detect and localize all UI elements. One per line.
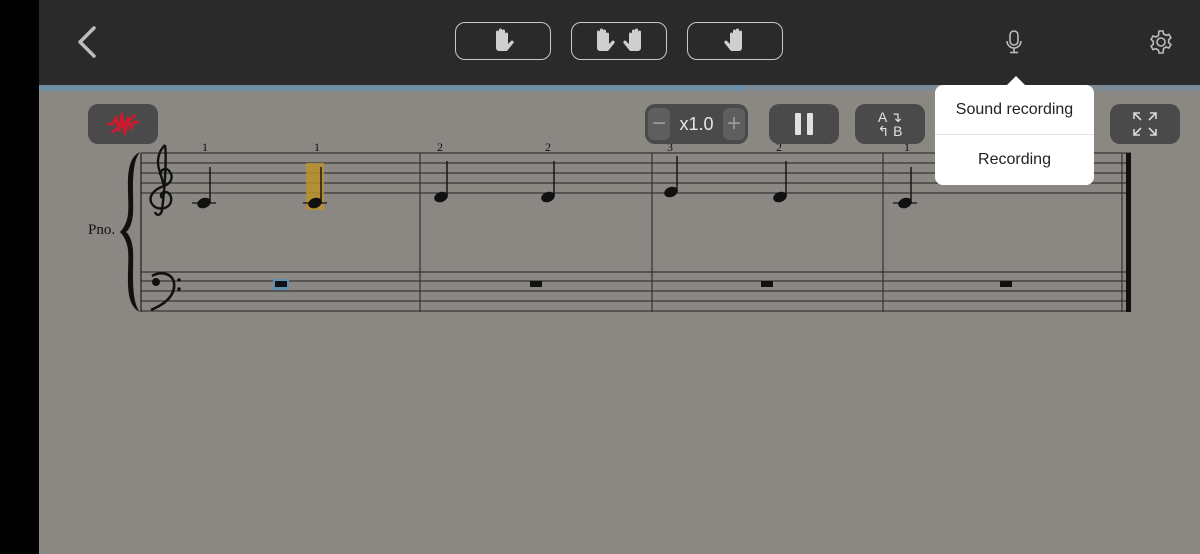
fullscreen-icon [1133, 112, 1157, 136]
fingering-label: 1 [202, 140, 208, 154]
bass-rests [275, 281, 1012, 287]
whole-rest [1000, 281, 1012, 287]
whole-rest [275, 281, 287, 287]
recording-popup-menu: Sound recording Recording [935, 76, 1094, 185]
metronome-button[interactable] [88, 104, 158, 144]
fingering-label: 2 [545, 140, 551, 154]
final-barline-thick [1126, 153, 1131, 312]
whole-rest [761, 281, 773, 287]
speed-control: − x1.0 + [645, 104, 748, 144]
fullscreen-button[interactable] [1110, 104, 1180, 144]
whole-rest [530, 281, 542, 287]
pause-button[interactable] [769, 104, 839, 144]
bass-clef [150, 272, 181, 312]
speed-decrease-button[interactable]: − [648, 108, 670, 140]
instrument-label: Pno. [88, 222, 116, 238]
menu-item-sound-recording[interactable]: Sound recording [935, 85, 1094, 134]
ab-loop-button[interactable]: A ↴ ↰ B [855, 104, 925, 144]
ab-loop-top: A ↴ [877, 109, 903, 125]
speed-increase-button[interactable]: + [723, 108, 745, 140]
quarter-note [664, 156, 678, 198]
brace [120, 152, 140, 312]
menu-item-recording[interactable]: Recording [935, 135, 1094, 184]
speed-value: x1.0 [679, 113, 714, 134]
treble-clef [149, 144, 173, 216]
metronome-waveform-icon [107, 112, 139, 136]
pause-icon [795, 113, 813, 135]
fingering-label: 1 [314, 140, 320, 154]
ab-loop-icon: A ↴ ↰ B [878, 110, 903, 138]
fingering-label: 2 [437, 140, 443, 154]
ab-loop-bottom: ↰ B [877, 123, 903, 139]
